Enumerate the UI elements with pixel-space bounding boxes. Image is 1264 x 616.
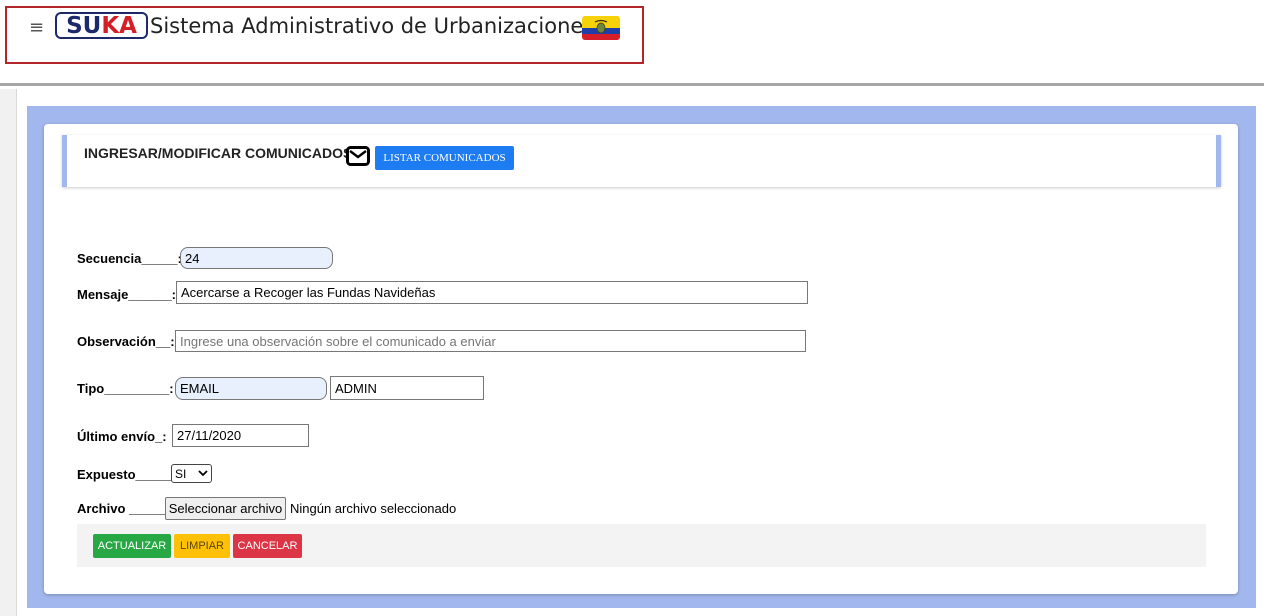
tipo-input[interactable] [175, 377, 327, 400]
ultimo-envio-input[interactable] [172, 424, 309, 447]
panel-header [62, 135, 1221, 187]
chevron-down-icon [198, 470, 208, 477]
file-status-text: Ningún archivo seleccionado [290, 501, 457, 516]
expuesto-selected-value: SI [175, 466, 187, 481]
tipo-label: Tipo_________: [77, 381, 174, 396]
ecuador-flag-icon [582, 16, 620, 40]
observacion-label: Observación__: [77, 334, 175, 349]
sidebar-strip [0, 89, 17, 616]
expuesto-select[interactable]: SI [171, 464, 212, 483]
ultimo-envio-label: Último envío_: [77, 429, 167, 444]
logo-text-part2: KA [101, 12, 137, 39]
logo-text-part1: SU [66, 12, 102, 39]
tipo-secondary-input[interactable] [330, 376, 484, 400]
archivo-label: Archivo _____: [77, 501, 170, 516]
expuesto-label: Expuesto_____: [77, 467, 176, 482]
secuencia-input[interactable] [180, 247, 333, 269]
select-file-button[interactable]: Seleccionar archivo [165, 497, 286, 520]
observacion-input[interactable] [175, 330, 806, 352]
suka-logo[interactable]: SU KA [55, 12, 148, 39]
cancel-button[interactable]: CANCELAR [233, 534, 302, 558]
mensaje-input[interactable] [176, 281, 808, 304]
hamburger-menu-icon[interactable]: ≡ [29, 19, 44, 37]
list-comunicados-button[interactable]: LISTAR COMUNICADOS [375, 146, 514, 170]
panel-title: INGRESAR/MODIFICAR COMUNICADOS [84, 145, 353, 161]
secuencia-label: Secuencia_____: [77, 251, 182, 266]
clear-button[interactable]: LIMPIAR [174, 534, 230, 558]
update-button[interactable]: ACTUALIZAR [93, 534, 171, 558]
app-title: Sistema Administrativo de Urbanizaciones [150, 14, 595, 38]
envelope-icon [346, 146, 370, 166]
mensaje-label: Mensaje______: [77, 287, 177, 302]
top-bar: ≡ SU KA Sistema Administrativo de Urbaniz… [0, 0, 1264, 86]
